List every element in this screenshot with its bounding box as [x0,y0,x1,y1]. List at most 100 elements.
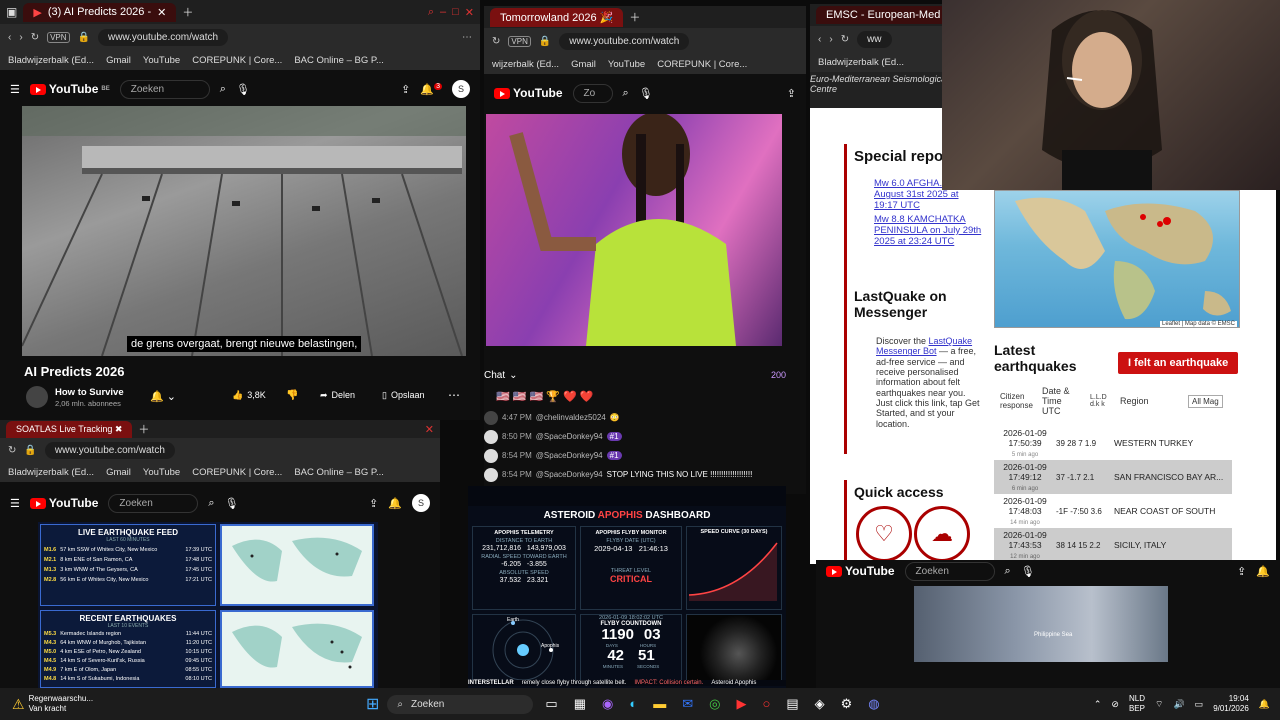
bookmark-3[interactable]: YouTube [608,59,645,70]
save-button[interactable]: ▯ Opslaan [382,390,424,401]
url-field[interactable]: www.youtube.com/watch [97,28,229,46]
network-off-icon[interactable]: ⊘ [1111,699,1119,710]
tab-ai-predicts[interactable]: ▶ (3) AI Predicts 2026 - ✕ [23,2,177,22]
upload-icon[interactable]: ⇪ [401,83,410,96]
upload-icon[interactable]: ⇪ [787,87,796,100]
bookmark-4[interactable]: COREPUNK | Core... [192,467,282,478]
battery-icon[interactable]: ▭ [1195,699,1204,710]
tab-emsc[interactable]: EMSC - European-Med [816,6,951,24]
share-button[interactable]: ➦ Delen [320,390,355,401]
vpn-badge[interactable]: VPN [508,35,531,47]
menu-icon[interactable]: ☰ [10,497,20,510]
youtube-app-icon[interactable]: ▶ [736,696,746,712]
felt-earthquake-button[interactable]: I felt an earthquake [1118,352,1239,374]
teams-icon[interactable]: ◉ [602,696,613,712]
bookmark-4[interactable]: COREPUNK | Core... [192,55,282,66]
video-player-satellite[interactable]: Philippine Sea [914,586,1168,662]
bookmark-5[interactable]: BAC Online – BG P... [294,55,384,66]
file-explorer-icon[interactable]: ▬ [653,696,666,712]
vpn-badge[interactable]: VPN [47,31,70,43]
new-tab-icon[interactable]: ＋ [182,4,193,20]
video-player-dj[interactable] [486,114,782,346]
url-field[interactable]: www.youtube.com/watch [559,32,690,50]
youtube-logo[interactable]: YouTube [826,564,895,578]
channel-name[interactable]: How to Survive [55,387,124,398]
table-row[interactable]: 2026-01-09 17:50:39 5 min ago 39 28 7 1.9 … [994,426,1232,460]
sidebar-toggle-icon[interactable]: ▣ [6,5,17,19]
mic-icon[interactable]: 🎙 [236,83,250,96]
search-input[interactable]: Zo [572,83,613,103]
video-player-toll-plaza[interactable]: de grens overgaat, brengt nieuwe belasti… [22,106,466,356]
chat-user[interactable]: @chelinvaldez5024 [536,413,606,422]
forward-icon[interactable]: › [829,34,832,45]
bookmark-3[interactable]: YouTube [143,467,180,478]
bookmark-2[interactable]: Gmail [106,55,131,66]
new-tab-icon[interactable]: ＋ [629,9,640,25]
search-tabs-icon[interactable]: ⌕ [428,6,434,19]
bell-icon[interactable]: 🔔 [388,497,402,510]
bookmark-2[interactable]: Gmail [106,467,131,478]
minimize-icon[interactable]: – [440,6,446,18]
chat-user[interactable]: @SpaceDonkey94 [536,470,603,479]
like-button[interactable]: 👍 3,8K [232,390,266,401]
back-icon[interactable]: ‹ [818,34,821,45]
dislike-icon[interactable]: 👎 [286,390,298,401]
tab-tomorrowland[interactable]: Tomorrowland 2026 🎉 [490,7,624,27]
avatar[interactable]: S [452,80,470,98]
mic-icon[interactable]: 🎙 [225,497,239,510]
search-icon[interactable]: ⌕ [623,87,629,100]
table-row[interactable]: 2026-01-09 17:48:03 14 min ago -1F -7:50 3… [994,494,1232,528]
menu-icon[interactable]: ☰ [10,83,20,96]
bookmark-4[interactable]: COREPUNK | Core... [657,59,747,70]
heartbeat-icon[interactable]: ♡ [856,506,912,562]
youtube-logo[interactable]: YouTube BE [29,82,110,96]
bookmark-1[interactable]: Bladwijzerbalk (Ed... [8,55,94,66]
mic-icon[interactable]: 🎙 [639,87,653,100]
upload-icon[interactable]: ⇪ [369,497,378,510]
cloud-download-icon[interactable]: ☁ [914,506,970,562]
mic-icon[interactable]: 🎙 [1021,565,1035,578]
new-tab-icon[interactable]: ＋ [138,421,149,437]
tab-live-tracking[interactable]: SOATLAS Live Tracking ✖ [6,420,133,438]
earthquake-map[interactable]: Leaflet | Map data © EMSC [994,190,1240,328]
back-icon[interactable]: ‹ [8,32,11,43]
close-window-icon[interactable]: ✕ [465,6,474,19]
youtube-logo[interactable]: YouTube [494,86,563,100]
search-input[interactable]: Zoeken [108,493,199,513]
url-field[interactable]: www.youtube.com/watch [44,441,175,459]
taskbar-search[interactable]: ⌕ Zoeken [387,694,534,714]
language[interactable]: NLD [1129,694,1145,704]
subscribe-bell-icon[interactable]: 🔔 ⌄ [150,390,176,403]
apophis-dashboard[interactable]: ASTEROID APOPHIS DASHBOARD APOPHIS TELEM… [468,506,786,688]
volume-icon[interactable]: 🔊 [1173,699,1184,710]
bookmark-3[interactable]: YouTube [143,55,180,66]
reload-icon[interactable]: ↻ [31,32,39,43]
search-icon[interactable]: ⌕ [208,497,214,510]
youtube-logo[interactable]: YouTube [29,496,98,510]
app-icon[interactable]: ◈ [815,696,825,712]
extensions-icon[interactable]: ⋯ [462,32,472,43]
weather-widget[interactable]: ⚠ Regenwaarschu... Van kracht [12,694,122,714]
outlook-icon[interactable]: ✉ [682,696,693,712]
reload-icon[interactable]: ↻ [492,36,500,47]
maximize-icon[interactable]: □ [452,6,459,18]
calculator-icon[interactable]: ▦ [574,696,586,712]
bell-icon[interactable]: 🔔 3 [420,82,442,96]
search-input[interactable]: Zoeken [119,79,210,99]
chat-user[interactable]: @SpaceDonkey94 [536,451,603,460]
bookmark-5[interactable]: BAC Online – BG P... [294,467,384,478]
table-row[interactable]: 2026-01-09 17:43:53 12 min ago 38 14 15 2.… [994,528,1232,562]
report-link[interactable]: Mw 8.8 KAMCHATKA PENINSULA on July 29th … [874,214,984,247]
discord-icon[interactable]: ◍ [868,696,879,712]
clock-time[interactable]: 19:04 [1213,694,1249,704]
video-player-earthquake-feed[interactable]: LIVE EARTHQUAKE FEED LAST 60 MINUTES M1.… [38,522,378,688]
more-options-icon[interactable]: ⋯ [448,388,460,402]
upload-icon[interactable]: ⇪ [1237,565,1246,578]
wifi-icon[interactable]: ⌔ [1155,699,1163,710]
close-tab-icon[interactable]: ✕ [157,6,166,19]
settings-icon[interactable]: ⚙ [841,696,853,712]
search-icon[interactable]: ⌕ [220,83,226,96]
reload-icon[interactable]: ↻ [841,34,849,45]
table-row[interactable]: 2026-01-09 17:49:12 6 min ago 37 -1.7 2.1 … [994,460,1232,494]
bookmark-1[interactable]: Bladwijzerbalk (Ed... [818,57,904,68]
